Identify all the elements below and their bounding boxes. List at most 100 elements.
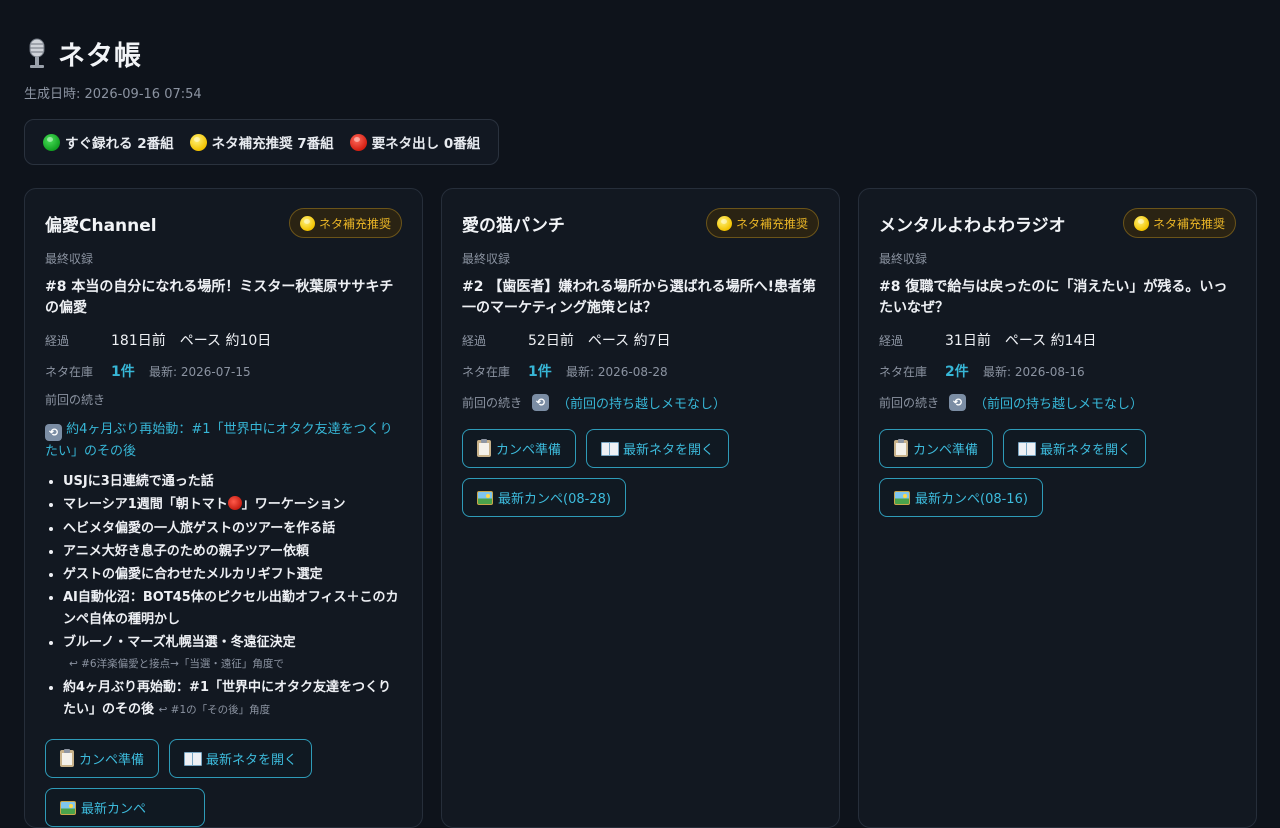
previous-note: ⟲ （前回の持ち越しメモなし）	[532, 393, 726, 412]
button-label: 最新カンペ	[81, 802, 147, 818]
previous-row: 前回の続き ⟲ （前回の持ち越しメモなし）	[879, 391, 1236, 413]
summary-recommend-text: ネタ補充推奨 7番組	[211, 136, 334, 152]
stock-label: ネタ在庫	[879, 364, 928, 379]
previous-note-text: （前回の持ち越しメモなし）	[557, 396, 727, 412]
page: ネタ帳 生成日時: 2026-09-16 07:54 すぐ録れる 2番組 ネタ補…	[0, 0, 1280, 165]
book-icon	[1018, 442, 1037, 456]
list-item: ゲストの偏愛に合わせたメルカリギフト選定	[63, 564, 402, 586]
prepare-kanpe-button[interactable]: カンペ準備	[45, 739, 160, 779]
card-actions: カンペ準備 最新ネタを開く	[45, 739, 402, 779]
book-icon	[601, 442, 620, 456]
yellow-circle-icon	[299, 215, 315, 231]
stock-latest-date: 最新: 2026-08-16	[983, 364, 1085, 379]
status-badge-text: ネタ補充推奨	[318, 216, 391, 231]
book-icon	[184, 752, 203, 767]
picture-icon	[60, 800, 76, 815]
status-summary: すぐ録れる 2番組 ネタ補充推奨 7番組 要ネタ出し 0番組	[24, 119, 500, 165]
topic-list: USJに3日連続で通った話 マレーシア1週間「朝トマト」ワーケーション ヘビメタ…	[45, 471, 402, 721]
clipboard-icon	[477, 439, 491, 457]
elapsed-label: 経過	[879, 333, 904, 348]
program-card: メンタルよわよわラジオ ネタ補充推奨 最終収録 #8 復職で給与は戻ったのに「消…	[858, 188, 1257, 828]
previous-row: 前回の続き ⟲ （前回の持ち越しメモなし）	[462, 391, 819, 413]
status-badge: ネタ補充推奨	[288, 208, 402, 238]
elapsed-value: 52日前 ペース 約7日	[528, 333, 671, 349]
elapsed-label: 経過	[462, 333, 487, 348]
program-cards: 偏愛Channel ネタ補充推奨 最終収録 #8 本当の自分になれる場所！ミスタ…	[24, 188, 1257, 828]
status-badge-text: ネタ補充推奨	[735, 216, 808, 231]
prepare-kanpe-button[interactable]: カンペ準備	[879, 429, 994, 468]
picture-icon	[894, 490, 910, 505]
tomato-icon	[227, 496, 242, 511]
program-card: 偏愛Channel ネタ補充推奨 最終収録 #8 本当の自分になれる場所！ミスタ…	[24, 188, 423, 828]
stock-label: ネタ在庫	[462, 364, 511, 379]
stock-row: ネタ在庫 2件 最新: 2026-08-16	[879, 360, 1236, 382]
button-label: 最新ネタを開く	[1040, 443, 1132, 458]
list-item: ヘビメタ偏愛の一人旅ゲストのツアーを作る話	[63, 518, 402, 540]
button-label: 最新ネタを開く	[206, 753, 298, 769]
stock-row: ネタ在庫 1件 最新: 2026-08-28	[462, 360, 819, 382]
card-actions: カンペ準備 最新ネタを開く	[879, 429, 1236, 468]
previous-label: 前回の続き	[462, 395, 523, 410]
continuation-text: 約4ヶ月ぶり再始動：#1「世界中にオタク友達をつくりたい」のその後	[45, 422, 393, 459]
picture-icon	[477, 490, 493, 505]
previous-label: 前回の続き	[879, 395, 940, 410]
topic-text: マレーシア1週間「朝トマト	[63, 497, 228, 513]
last-episode-title: #8 復職で給与は戻ったのに「消えたい」が残る。いったいなぜ？	[879, 279, 1228, 316]
status-badge: ネタ補充推奨	[705, 208, 819, 238]
list-item: ブルーノ・マーズ札幌当選・冬遠征決定 ↩ #6洋楽偏愛と接点→「当選・遠征」角度…	[63, 632, 402, 675]
yellow-circle-icon	[1133, 215, 1149, 231]
last-recorded-label: 最終収録	[45, 252, 94, 266]
repeat-icon: ⟲	[45, 424, 62, 441]
title-row: ネタ帳	[24, 34, 1256, 72]
program-card: 愛の猫パンチ ネタ補充推奨 最終収録 #2 【歯医者】嫌われる場所から選ばれる場…	[441, 188, 840, 828]
page-title: ネタ帳	[58, 40, 142, 72]
topic-sub-note: ↩ #6洋楽偏愛と接点→「当選・遠征」角度で	[69, 657, 284, 670]
program-title: 偏愛Channel	[45, 215, 157, 236]
button-label: 最新カンペ(08-16)	[915, 492, 1028, 507]
stock-row: ネタ在庫 1件 最新: 2026-07-15	[45, 360, 402, 382]
button-label: カンペ準備	[79, 753, 145, 769]
topic-text: ブルーノ・マーズ札幌当選・冬遠征決定	[63, 635, 296, 651]
elapsed-row: 経過 52日前 ペース 約7日	[462, 329, 819, 351]
card-actions-2: 最新カンペ(08-28)	[462, 478, 819, 517]
card-actions-2: 最新カンペ(08-16)	[879, 478, 1236, 517]
list-item: 約4ヶ月ぶり再始動：#1「世界中にオタク友達をつくりたい」のその後 ↩ #1の「…	[63, 677, 402, 721]
list-item: マレーシア1週間「朝トマト」ワーケーション	[63, 494, 402, 516]
summary-need: 要ネタ出し 0番組	[349, 132, 480, 152]
yellow-circle-icon	[189, 133, 207, 151]
card-header: メンタルよわよわラジオ ネタ補充推奨	[879, 207, 1236, 239]
program-title: 愛の猫パンチ	[462, 215, 565, 236]
latest-kanpe-button[interactable]: 最新カンペ(08-16)	[879, 478, 1043, 517]
list-item: USJに3日連続で通った話	[63, 471, 402, 493]
status-badge-text: ネタ補充推奨	[1152, 216, 1225, 231]
yellow-circle-icon	[716, 215, 732, 231]
continuation-link[interactable]: ⟲ 約4ヶ月ぶり再始動：#1「世界中にオタク友達をつくりたい」のその後	[45, 419, 402, 462]
button-label: 最新ネタを開く	[623, 443, 715, 458]
stock-latest-date: 最新: 2026-08-28	[566, 364, 668, 379]
latest-kanpe-button[interactable]: 最新カンペ(08-28)	[462, 478, 626, 517]
card-actions-2: 最新カンペ	[45, 788, 402, 828]
prepare-kanpe-button[interactable]: カンペ準備	[462, 429, 577, 468]
open-latest-neta-button[interactable]: 最新ネタを開く	[1003, 429, 1147, 468]
open-latest-neta-button[interactable]: 最新ネタを開く	[169, 739, 313, 779]
last-recorded-label: 最終収録	[462, 252, 511, 266]
latest-kanpe-button[interactable]: 最新カンペ	[45, 788, 205, 828]
elapsed-value: 181日前 ペース 約10日	[111, 333, 272, 349]
button-label: カンペ準備	[496, 443, 562, 458]
elapsed-value: 31日前 ペース 約14日	[945, 333, 1097, 349]
stock-count: 1件	[111, 364, 135, 380]
clipboard-icon	[60, 749, 74, 768]
elapsed-row: 経過 181日前 ペース 約10日	[45, 329, 402, 351]
open-latest-neta-button[interactable]: 最新ネタを開く	[586, 429, 730, 468]
stock-latest-date: 最新: 2026-07-15	[149, 364, 251, 379]
last-episode-title: #2 【歯医者】嫌われる場所から選ばれる場所へ!患者第一のマーケティング施策とは…	[462, 279, 817, 316]
green-circle-icon	[43, 133, 60, 151]
list-item: アニメ大好き息子のための親子ツアー依頼	[63, 541, 402, 563]
list-item: AI自動化沼：BOT45体のピクセル出勤オフィス＋このカンペ自体の種明かし	[63, 587, 402, 630]
elapsed-row: 経過 31日前 ペース 約14日	[879, 329, 1236, 351]
topic-sub-note: ↩ #1の「その後」角度	[158, 703, 271, 716]
summary-ready: すぐ録れる 2番組	[43, 132, 174, 152]
previous-label: 前回の続き	[45, 393, 106, 407]
button-label: 最新カンペ(08-28)	[498, 492, 611, 507]
status-badge: ネタ補充推奨	[1122, 208, 1236, 238]
